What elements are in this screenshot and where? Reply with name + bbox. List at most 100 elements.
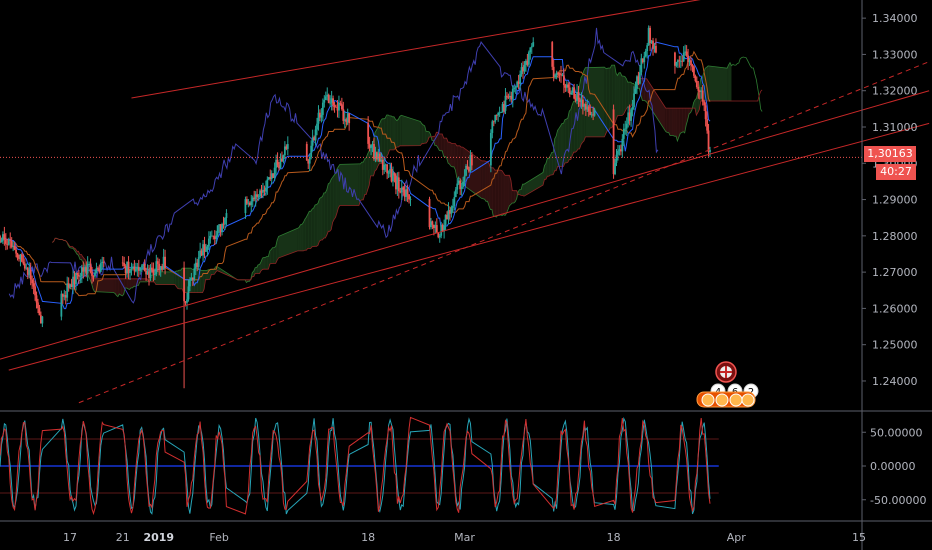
osc-tick-label: -50.00000 [870, 494, 926, 507]
cloud-segment [315, 204, 317, 247]
candle-body [622, 128, 625, 139]
cloud-segment [667, 108, 669, 133]
cloud-segment [364, 157, 367, 195]
price-tick-label: 1.28000 [872, 230, 918, 243]
last-price-readout: 1,30163 [864, 146, 916, 162]
cloud-segment [272, 247, 275, 264]
candle-body [197, 257, 200, 267]
cloud-segment [623, 76, 625, 115]
cloud-segment [201, 270, 203, 293]
candle-body [221, 224, 223, 233]
cloud-segment [114, 278, 117, 296]
candle-body [494, 115, 497, 122]
cloud-segment [335, 168, 338, 218]
candle-body [333, 105, 336, 107]
cloud-segment [484, 160, 487, 202]
candle-body [491, 121, 494, 133]
time-tick-label: 18 [607, 531, 621, 544]
candle-body [13, 245, 16, 250]
trend-channel-lines [0, 0, 930, 404]
cloud-segment [683, 108, 685, 133]
candle-body [339, 103, 342, 105]
cloud-segment [567, 111, 570, 163]
cloud-segment [671, 108, 674, 136]
candle-body [409, 198, 412, 200]
cloud-segment [299, 224, 301, 251]
cloud-segment [300, 224, 302, 251]
candle-body [205, 249, 207, 252]
candle-body [89, 263, 92, 273]
cloud-segment [674, 108, 676, 137]
cloud-segment [548, 155, 551, 177]
cloud-segment [564, 119, 567, 164]
cloud-segment [490, 167, 492, 210]
candle-body [266, 179, 269, 188]
candle-body [250, 201, 253, 205]
candle-body [470, 155, 473, 166]
candle-body [29, 269, 32, 280]
cloud-segment [681, 108, 684, 133]
candle-body [701, 90, 704, 102]
candle-body [707, 130, 710, 152]
cloud-segment [396, 119, 399, 147]
candle-body [186, 299, 188, 303]
cloud-segment [391, 115, 393, 150]
cloud-segment [450, 143, 453, 167]
candle-body [523, 65, 526, 72]
candle-body [86, 264, 89, 274]
candle-body [393, 172, 396, 176]
cloud-segment [205, 270, 208, 280]
cloud-segment [392, 116, 394, 150]
candle-body [94, 272, 96, 277]
cloud-segment [271, 247, 273, 264]
cloud-segment [363, 158, 365, 200]
cloud-segment [383, 118, 386, 160]
candle-body [463, 175, 466, 182]
time-tick-label: 15 [852, 531, 866, 544]
cloud-segment [500, 170, 503, 216]
candle-body [41, 316, 44, 324]
cloud-segment [320, 196, 323, 240]
candle-body [21, 254, 23, 262]
cloud-segment [262, 257, 264, 270]
candle-body [638, 72, 641, 84]
candle-body [140, 266, 143, 268]
cloud-segment [618, 72, 621, 116]
candle-body [123, 262, 126, 267]
candle-body [16, 253, 19, 259]
cloud-segment [325, 189, 327, 239]
candle-body [573, 87, 576, 99]
cloud-segment [579, 77, 581, 149]
candle-body [577, 91, 580, 100]
candle-body [456, 183, 459, 190]
candle-body [406, 189, 409, 195]
cloud-segment [624, 76, 627, 112]
candle-body [129, 270, 131, 273]
cloud-segment [616, 73, 618, 120]
cloud-segment [665, 108, 668, 133]
candle-body [675, 62, 678, 66]
candle-body [77, 274, 80, 277]
cloud-segment [453, 143, 456, 171]
candle-body [208, 238, 210, 247]
cloud-segment [443, 138, 446, 157]
cloud-segment [116, 278, 118, 297]
osc-tick-label: 50.00000 [870, 426, 923, 439]
candle-body [513, 88, 516, 90]
cloud-segment [629, 82, 631, 107]
chart-svg[interactable]: 1.340001.330001.320001.310001.300001.290… [0, 0, 932, 550]
candle-body [38, 308, 41, 316]
cloud-segment [388, 115, 390, 154]
candle-body [329, 102, 332, 104]
candle-body [435, 225, 438, 233]
cloud-segment [329, 179, 332, 232]
cloud-segment [399, 115, 402, 146]
cloud-segment [445, 138, 447, 158]
candle-body [276, 159, 279, 165]
cloud-segment [326, 183, 329, 236]
candle-body [511, 88, 514, 100]
bar-countdown: 40:27 [876, 164, 916, 180]
candle-body [532, 42, 535, 47]
candle-body [22, 261, 25, 264]
cloud-segment [151, 275, 153, 282]
